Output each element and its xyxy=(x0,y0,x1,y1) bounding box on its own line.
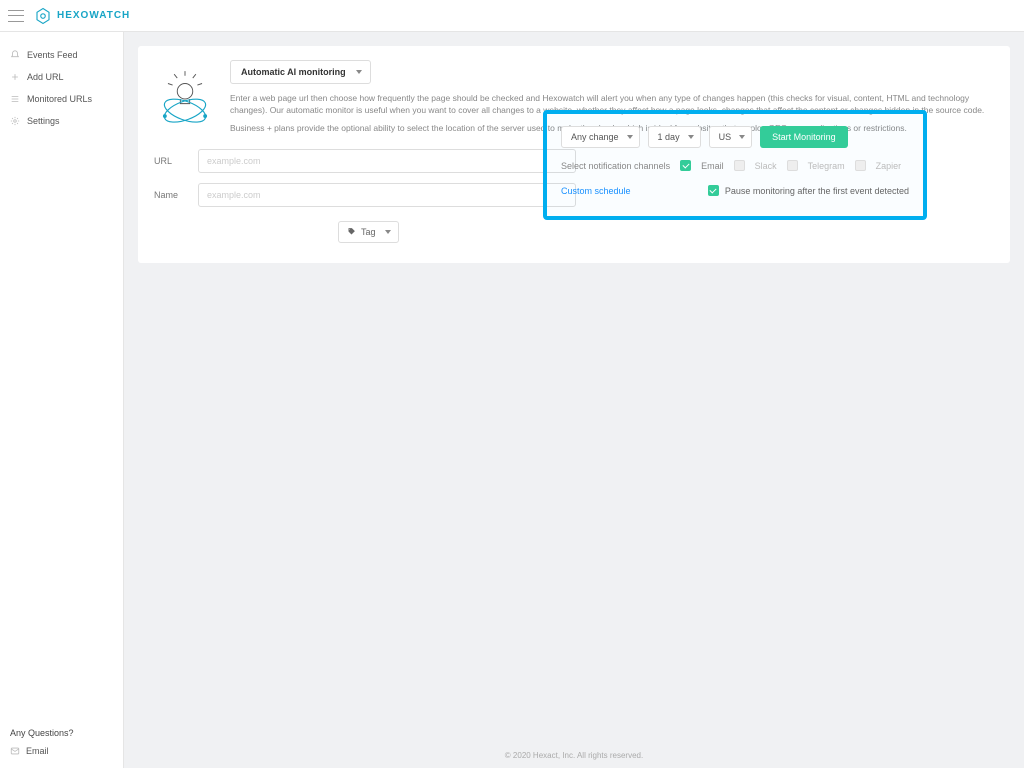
gear-icon xyxy=(10,116,20,126)
name-input[interactable] xyxy=(198,183,576,207)
footer-copyright: © 2020 Hexact, Inc. All rights reserved. xyxy=(124,751,1024,760)
sidebar-item-add-url[interactable]: Add URL xyxy=(0,66,123,88)
tag-dropdown[interactable]: Tag xyxy=(338,221,399,243)
questions-label: Any Questions? xyxy=(10,728,113,738)
chevron-down-icon xyxy=(739,135,745,139)
email-channel-label: Email xyxy=(701,161,724,171)
logo-text: HEXOWATCH xyxy=(57,10,130,21)
sidebar-item-label: Settings xyxy=(27,116,60,126)
url-input[interactable] xyxy=(198,149,576,173)
start-monitoring-button[interactable]: Start Monitoring xyxy=(760,126,848,148)
mail-icon xyxy=(10,746,20,756)
bell-icon xyxy=(10,50,20,60)
chevron-down-icon xyxy=(385,230,391,234)
logo-icon xyxy=(34,7,52,25)
tag-icon xyxy=(347,227,356,236)
tag-label: Tag xyxy=(361,227,376,237)
slack-checkbox xyxy=(734,160,745,171)
chevron-down-icon xyxy=(356,70,362,74)
monitor-type-label: Automatic AI monitoring xyxy=(241,67,346,77)
sidebar-item-label: Add URL xyxy=(27,72,64,82)
telegram-checkbox xyxy=(787,160,798,171)
notification-channels-label: Select notification channels xyxy=(561,161,670,171)
monitor-type-dropdown[interactable]: Automatic AI monitoring xyxy=(230,60,371,84)
logo[interactable]: HEXOWATCH xyxy=(34,7,130,25)
sidebar-item-monitored-urls[interactable]: Monitored URLs xyxy=(0,88,123,110)
sidebar-item-label: Monitored URLs xyxy=(27,94,92,104)
chevron-down-icon xyxy=(627,135,633,139)
region-dropdown[interactable]: US xyxy=(709,126,753,148)
email-label: Email xyxy=(26,746,49,756)
sidebar-item-events-feed[interactable]: Events Feed xyxy=(0,44,123,66)
custom-schedule-link[interactable]: Custom schedule xyxy=(561,186,631,196)
email-checkbox[interactable] xyxy=(680,160,691,171)
slack-channel-label: Slack xyxy=(755,161,777,171)
highlight-box: Any change 1 day US Start Monitoring Sel… xyxy=(543,110,927,220)
frequency-dropdown[interactable]: 1 day xyxy=(648,126,701,148)
pause-checkbox[interactable] xyxy=(708,185,719,196)
name-label: Name xyxy=(154,190,184,200)
plus-icon xyxy=(10,72,20,82)
url-label: URL xyxy=(154,156,184,166)
zapier-channel-label: Zapier xyxy=(876,161,902,171)
sidebar-item-settings[interactable]: Settings xyxy=(0,110,123,132)
telegram-channel-label: Telegram xyxy=(808,161,845,171)
change-dropdown[interactable]: Any change xyxy=(561,126,640,148)
pause-label: Pause monitoring after the first event d… xyxy=(725,186,909,196)
menu-toggle[interactable] xyxy=(8,10,24,22)
sidebar-item-label: Events Feed xyxy=(27,50,78,60)
illustration-icon xyxy=(154,60,216,139)
chevron-down-icon xyxy=(688,135,694,139)
zapier-checkbox xyxy=(855,160,866,171)
list-icon xyxy=(10,94,20,104)
email-link[interactable]: Email xyxy=(10,746,113,756)
